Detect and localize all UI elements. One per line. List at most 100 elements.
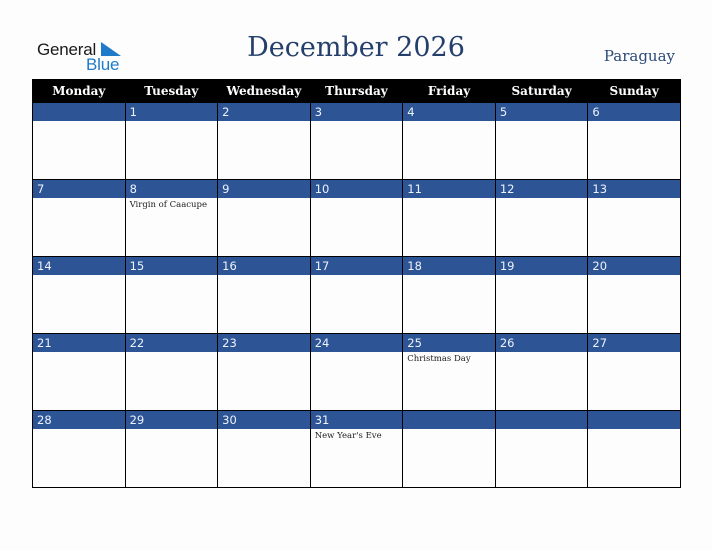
day-cell[interactable]: 14 [32,256,126,334]
holiday-label [218,352,310,354]
holiday-label [496,429,588,431]
day-cell[interactable]: 13 [587,179,681,257]
holiday-label [126,275,218,277]
day-cell[interactable]: 1 [124,102,219,180]
day-number: 10 [310,180,403,198]
day-number: 2 [218,103,310,121]
holiday-label [311,198,403,200]
day-cell[interactable]: 21 [32,333,126,411]
holiday-label [588,429,680,431]
holiday-label [403,121,495,123]
day-cell[interactable]: 26 [494,333,589,411]
holiday-label [496,198,588,200]
holiday-label [126,352,218,354]
day-number [495,411,588,429]
holiday-label: New Year's Eve [314,431,382,441]
day-cell[interactable]: 15 [124,256,219,334]
day-cell[interactable]: 28 [32,410,126,488]
day-number: 4 [403,103,495,121]
day-number: 23 [218,334,310,352]
day-number [403,411,495,429]
day-number: 24 [310,334,403,352]
day-number: 7 [33,180,125,198]
day-number [588,411,680,429]
day-number: 26 [495,334,588,352]
calendar-grid: Monday Tuesday Wednesday Thursday Friday Satu… [32,79,681,488]
day-number: 3 [310,103,403,121]
holiday-label [218,275,310,277]
day-number: 11 [403,180,495,198]
holiday-label [33,121,125,123]
holiday-label [403,198,495,200]
day-cell[interactable]: 11 [402,179,496,257]
day-number: 27 [588,334,680,352]
day-cell[interactable]: 27 [587,333,681,411]
holiday-label [403,429,495,431]
day-number: 13 [588,180,680,198]
country-label: Paraguay [603,47,675,65]
day-number: 25 [403,334,495,352]
day-cell[interactable]: 8 Virgin of Caacupe [124,179,219,257]
day-number: 12 [495,180,588,198]
day-number: 8 [125,180,218,198]
day-number: 14 [33,257,125,275]
day-cell[interactable]: 24 [309,333,404,411]
holiday-label [588,275,680,277]
day-number: 16 [218,257,310,275]
holiday-label [33,275,125,277]
day-cell[interactable]: 3 [309,102,404,180]
day-number: 22 [125,334,218,352]
day-number: 9 [218,180,310,198]
day-cell[interactable]: 12 [494,179,589,257]
week-row: 28 29 30 31 New Year's Eve [32,410,681,488]
day-cell[interactable]: 6 [587,102,681,180]
holiday-label [311,275,403,277]
day-number: 28 [33,411,125,429]
day-cell[interactable]: 10 [309,179,404,257]
weekday-header-wednesday: Wednesday [217,79,311,103]
day-cell[interactable]: 16 [217,256,311,334]
day-cell[interactable] [587,410,681,488]
day-cell[interactable]: 30 [217,410,311,488]
day-cell[interactable]: 18 [402,256,496,334]
day-number: 29 [125,411,218,429]
holiday-label [218,198,310,200]
weekday-header-thursday: Thursday [309,79,404,103]
day-cell[interactable]: 31 New Year's Eve [309,410,404,488]
holiday-label [588,198,680,200]
weekday-header-monday: Monday [32,79,126,103]
holiday-label [218,429,310,431]
day-cell[interactable] [494,410,589,488]
week-row: 7 8 Virgin of Caacupe 9 10 11 12 13 [32,179,681,257]
day-number: 6 [588,103,680,121]
day-cell[interactable]: 22 [124,333,219,411]
day-cell[interactable]: 17 [309,256,404,334]
day-cell[interactable]: 20 [587,256,681,334]
day-cell[interactable]: 23 [217,333,311,411]
day-cell[interactable] [32,102,126,180]
day-cell[interactable]: 5 [494,102,589,180]
day-cell[interactable]: 4 [402,102,496,180]
holiday-label: Christmas Day [407,354,471,364]
holiday-label [496,121,588,123]
day-cell[interactable]: 9 [217,179,311,257]
day-number [33,103,125,121]
day-cell[interactable]: 7 [32,179,126,257]
holiday-label [311,121,403,123]
week-row: 14 15 16 17 18 19 20 [32,256,681,334]
holiday-label [496,275,588,277]
day-number: 30 [218,411,310,429]
week-row: 21 22 23 24 25 Christmas Day 26 27 [32,333,681,411]
day-number: 31 [310,411,403,429]
day-number: 21 [33,334,125,352]
weekday-header-row: Monday Tuesday Wednesday Thursday Friday Satu… [32,79,681,103]
day-cell[interactable]: 25 Christmas Day [402,333,496,411]
holiday-label [496,352,588,354]
day-cell[interactable]: 2 [217,102,311,180]
day-cell[interactable]: 19 [494,256,589,334]
day-cell[interactable]: 29 [124,410,219,488]
weekday-header-tuesday: Tuesday [124,79,219,103]
holiday-label [33,352,125,354]
day-number: 5 [495,103,588,121]
day-cell[interactable] [402,410,496,488]
